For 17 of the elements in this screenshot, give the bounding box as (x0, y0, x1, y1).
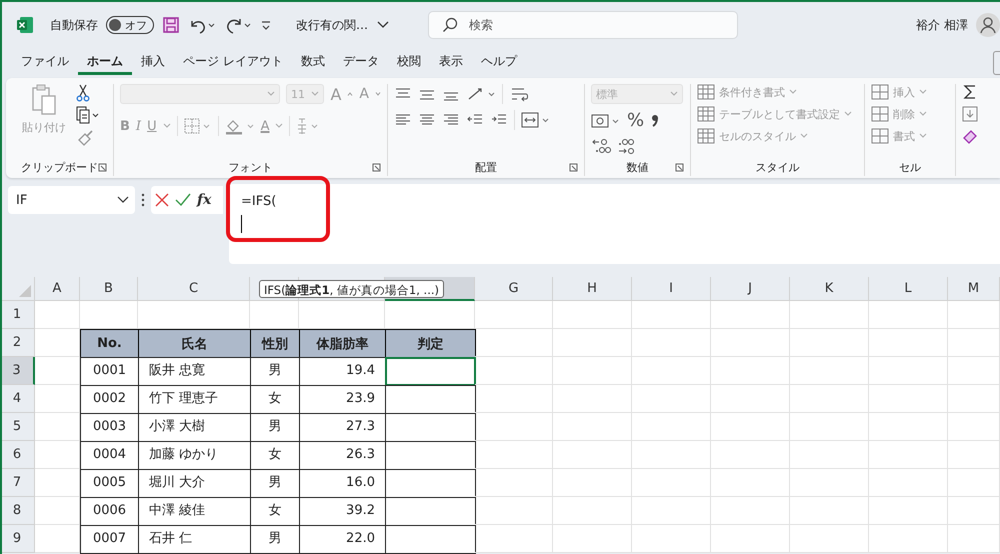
group-label: クリップボード (21, 160, 98, 174)
table-header-cell: No. (80, 329, 139, 358)
table-header-cell: 判定 (385, 329, 476, 358)
function-tooltip: IFS(論理式1, 値が真の場合1, ...) (259, 280, 444, 298)
group-label: 配置 (475, 160, 497, 174)
table-header-cell: 性別 (250, 329, 300, 358)
formula-text: =IFS( (241, 194, 278, 209)
group-label: 数値 (626, 160, 648, 174)
autosave-label: 自動保存 (50, 16, 98, 34)
table-header-cell: 氏名 (138, 329, 251, 358)
table-cell: 0001 (80, 357, 139, 386)
group-label: セル (899, 160, 921, 174)
table-header-cell: 体脂肪率 (299, 329, 386, 358)
table-cell: 0007 (80, 525, 139, 554)
user-name: 裕介 相澤 (916, 16, 968, 34)
group-label: スタイル (756, 160, 800, 174)
group-label: フォント (228, 160, 272, 174)
